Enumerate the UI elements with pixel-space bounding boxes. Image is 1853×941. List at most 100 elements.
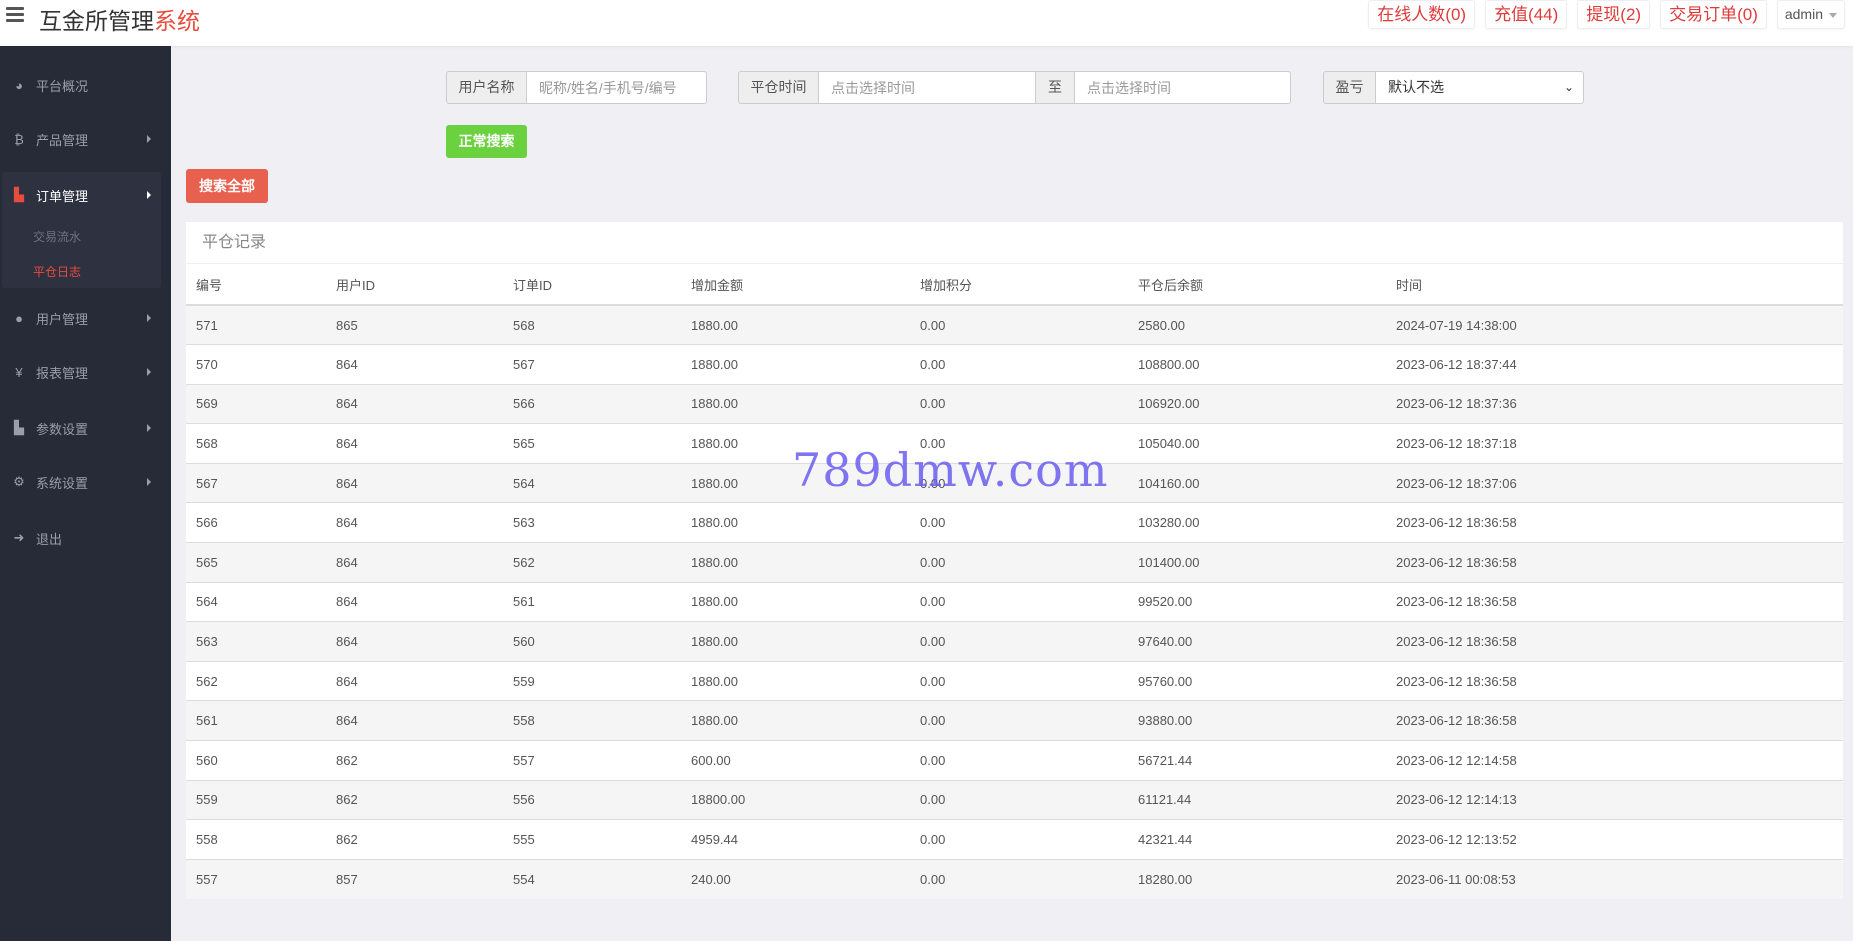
table-cell: 864 bbox=[326, 383, 503, 424]
sidebar-item-overview[interactable]: ◕ 平台概况 bbox=[0, 67, 171, 103]
table-row: 565 864 562 1880.00 0.00 101400.00 2023-06-12 … bbox=[186, 542, 1843, 583]
profit-loss-selected: 默认不选 bbox=[1388, 79, 1444, 95]
sidebar-item-logout[interactable]: ➜ 退出 bbox=[0, 520, 171, 556]
username-label: 用户名称 bbox=[446, 71, 527, 104]
table-cell: 864 bbox=[326, 660, 503, 701]
table-cell: 0.00 bbox=[910, 621, 1128, 662]
sidebar-item-products[interactable]: ₿ 产品管理 bbox=[0, 121, 171, 157]
sign-out-icon: ➜ bbox=[13, 530, 25, 545]
table-cell: 0.00 bbox=[910, 542, 1128, 583]
table-cell: 864 bbox=[326, 581, 503, 622]
table-cell: 567 bbox=[503, 344, 681, 385]
table-row: 569 864 566 1880.00 0.00 106920.00 2023-06-12 … bbox=[186, 383, 1843, 424]
table-cell: 571 bbox=[186, 304, 326, 345]
chevron-right-icon bbox=[147, 191, 151, 199]
table-cell: 865 bbox=[326, 304, 503, 345]
table-cell: 557 bbox=[186, 858, 326, 899]
table-cell: 864 bbox=[326, 542, 503, 583]
table-cell: 1880.00 bbox=[681, 344, 910, 385]
profit-loss-label: 盈亏 bbox=[1323, 71, 1376, 104]
table-cell: 857 bbox=[326, 858, 503, 899]
table-cell: 0.00 bbox=[910, 819, 1128, 860]
table-cell: 106920.00 bbox=[1128, 383, 1386, 424]
brand-accent: 系统 bbox=[154, 8, 200, 34]
sidebar-subitem-close-log[interactable]: 平仓日志 bbox=[33, 263, 81, 280]
user-icon: ● bbox=[15, 310, 23, 326]
table-cell: 0.00 bbox=[910, 383, 1128, 424]
sidebar-item-label: 参数设置 bbox=[36, 421, 89, 437]
table-cell: 862 bbox=[326, 819, 503, 860]
column-header: 用户ID bbox=[326, 264, 503, 306]
chevron-right-icon bbox=[147, 478, 151, 486]
table-row: 561 864 558 1880.00 0.00 93880.00 2023-06-12 1… bbox=[186, 700, 1843, 741]
column-header: 订单ID bbox=[503, 264, 681, 306]
table-cell: 569 bbox=[186, 383, 326, 424]
admin-dropdown[interactable]: admin bbox=[1776, 0, 1845, 29]
sidebar-item-params[interactable]: ▙ 参数设置 bbox=[0, 410, 171, 446]
username-input[interactable] bbox=[526, 71, 707, 104]
table-cell: 2023-06-12 12:14:58 bbox=[1386, 740, 1843, 781]
table-row: 559 862 556 18800.00 0.00 61121.44 2023-06-12 … bbox=[186, 779, 1843, 820]
table-cell: 864 bbox=[326, 502, 503, 543]
normal-search-button[interactable]: 正常搜索 bbox=[446, 125, 527, 158]
table-cell: 0.00 bbox=[910, 462, 1128, 503]
table-cell: 103280.00 bbox=[1128, 502, 1386, 543]
table-cell: 561 bbox=[186, 700, 326, 741]
table-cell: 562 bbox=[503, 542, 681, 583]
recharge-button[interactable]: 充值(44) bbox=[1485, 0, 1568, 29]
table-cell: 554 bbox=[503, 858, 681, 899]
table-cell: 1880.00 bbox=[681, 502, 910, 543]
chevron-right-icon bbox=[147, 368, 151, 376]
time-start-input[interactable] bbox=[818, 71, 1036, 104]
table-cell: 558 bbox=[503, 700, 681, 741]
table-cell: 2024-07-19 14:38:00 bbox=[1386, 304, 1843, 345]
table-row: 567 864 564 1880.00 0.00 104160.00 2023-06-12 … bbox=[186, 462, 1843, 503]
dashboard-icon: ◕ bbox=[15, 77, 23, 93]
table-cell: 564 bbox=[503, 462, 681, 503]
table-cell: 108800.00 bbox=[1128, 344, 1386, 385]
table-cell: 2023-06-12 12:14:13 bbox=[1386, 779, 1843, 820]
table-row: 570 864 567 1880.00 0.00 108800.00 2023-06-12 … bbox=[186, 344, 1843, 385]
time-end-input[interactable] bbox=[1074, 71, 1291, 104]
table-cell: 0.00 bbox=[910, 344, 1128, 385]
table-cell: 56721.44 bbox=[1128, 740, 1386, 781]
table-cell: 1880.00 bbox=[681, 581, 910, 622]
brand-main: 互金所管理 bbox=[39, 8, 154, 34]
files-icon: ▙ bbox=[14, 420, 24, 435]
table-cell: 560 bbox=[503, 621, 681, 662]
table-cell: 560 bbox=[186, 740, 326, 781]
sidebar-item-reports[interactable]: ¥ 报表管理 bbox=[0, 354, 171, 390]
profit-loss-select[interactable]: 默认不选 ⌄ bbox=[1375, 71, 1584, 104]
table-cell: 2023-06-12 12:13:52 bbox=[1386, 819, 1843, 860]
online-users-button[interactable]: 在线人数(0) bbox=[1368, 0, 1476, 29]
search-all-button[interactable]: 搜索全部 bbox=[186, 169, 268, 203]
table-cell: 1880.00 bbox=[681, 700, 910, 741]
table-cell: 563 bbox=[503, 502, 681, 543]
trade-orders-button[interactable]: 交易订单(0) bbox=[1660, 0, 1767, 29]
table-cell: 864 bbox=[326, 344, 503, 385]
table-cell: 558 bbox=[186, 819, 326, 860]
table-cell: 565 bbox=[503, 423, 681, 464]
sidebar-item-system[interactable]: ⚙ 系统设置 bbox=[0, 464, 171, 500]
table-cell: 864 bbox=[326, 423, 503, 464]
table-cell: 2023-06-12 18:36:58 bbox=[1386, 581, 1843, 622]
table-cell: 2023-06-12 18:37:44 bbox=[1386, 344, 1843, 385]
table-cell: 0.00 bbox=[910, 779, 1128, 820]
sidebar-item-orders[interactable]: ▙ 订单管理 bbox=[0, 177, 171, 213]
table-cell: 864 bbox=[326, 621, 503, 662]
withdraw-button[interactable]: 提现(2) bbox=[1577, 0, 1651, 29]
table-cell: 557 bbox=[503, 740, 681, 781]
to-label: 至 bbox=[1035, 71, 1075, 104]
sidebar-item-users[interactable]: ● 用户管理 bbox=[0, 300, 171, 336]
sidebar-item-label: 产品管理 bbox=[36, 132, 89, 148]
table-cell: 0.00 bbox=[910, 304, 1128, 345]
table-cell: 104160.00 bbox=[1128, 462, 1386, 503]
sidebar-subitem-trade-flow[interactable]: 交易流水 bbox=[33, 228, 81, 245]
hamburger-menu-icon[interactable] bbox=[6, 7, 24, 23]
table-cell: 0.00 bbox=[910, 423, 1128, 464]
table-cell: 566 bbox=[503, 383, 681, 424]
yen-icon: ¥ bbox=[15, 364, 23, 380]
table-cell: 568 bbox=[503, 304, 681, 345]
table-cell: 562 bbox=[186, 660, 326, 701]
top-header: 互金所管理系统 在线人数(0) 充值(44) 提现(2) 交易订单(0) adm… bbox=[0, 0, 1853, 46]
